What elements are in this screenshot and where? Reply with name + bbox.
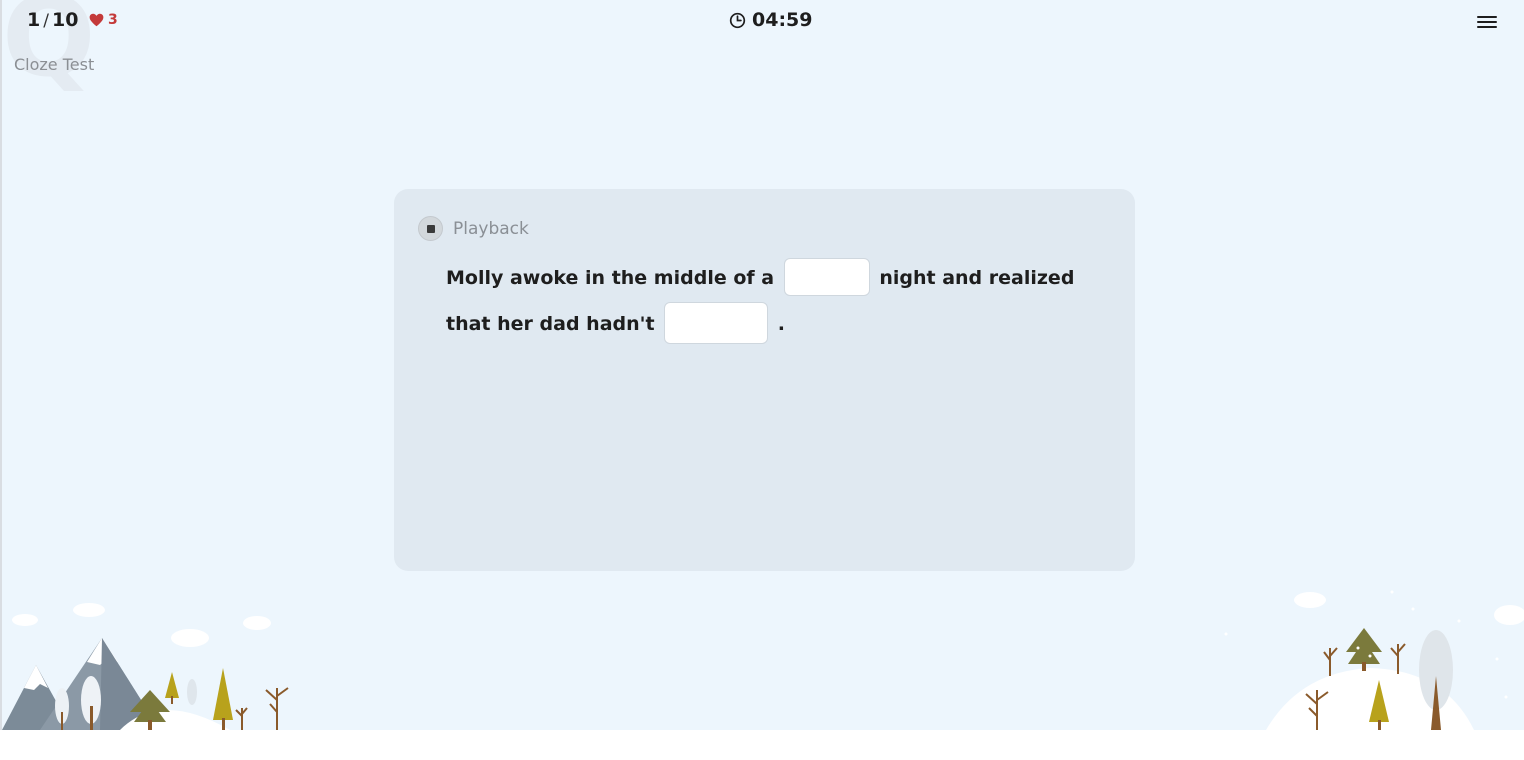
bottom-bar (0, 730, 1524, 760)
winter-scenery-illustration (2, 590, 1524, 730)
